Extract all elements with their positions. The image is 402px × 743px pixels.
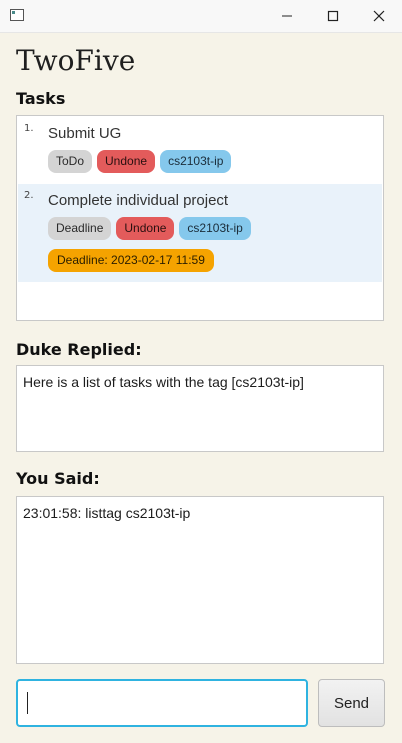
task-description: Complete individual project [48, 192, 229, 209]
task-index: 1. [24, 123, 34, 134]
command-input[interactable] [16, 679, 308, 727]
task-type-badge: ToDo [48, 150, 93, 173]
task-list-item[interactable]: 1. Submit UG ToDo Undone cs2103t-ip [18, 117, 382, 184]
task-status-badge: Undone [116, 217, 175, 240]
app-window-icon [10, 9, 24, 21]
minimize-icon [282, 15, 292, 17]
maximize-button[interactable] [310, 0, 356, 32]
app-title: TwoFive [16, 44, 136, 77]
window-titlebar [0, 0, 402, 33]
task-description: Submit UG [48, 125, 122, 142]
user-said-box: 23:01:58: listtag cs2103t-ip [16, 496, 384, 664]
duke-reply-text: Here is a list of tasks with the tag [cs… [23, 374, 304, 390]
duke-replied-heading: Duke Replied: [16, 340, 142, 359]
you-said-heading: You Said: [16, 469, 100, 488]
task-type-badge: Deadline [48, 217, 112, 240]
task-tags: Deadline Undone cs2103t-ip [48, 217, 251, 240]
task-index: 2. [24, 190, 34, 201]
task-deadline-badge: Deadline: 2023-02-17 11:59 [48, 249, 214, 272]
text-caret [27, 692, 28, 714]
task-deadline-row: Deadline: 2023-02-17 11:59 [48, 249, 214, 272]
user-said-text: 23:01:58: listtag cs2103t-ip [23, 505, 191, 521]
send-button[interactable]: Send [318, 679, 385, 727]
task-tags: ToDo Undone cs2103t-ip [48, 150, 232, 173]
close-icon [373, 10, 385, 22]
task-list[interactable]: 1. Submit UG ToDo Undone cs2103t-ip 2. C… [16, 115, 384, 321]
maximize-icon [327, 10, 339, 22]
minimize-button[interactable] [264, 0, 310, 32]
duke-reply-box: Here is a list of tasks with the tag [cs… [16, 365, 384, 452]
task-tag-badge: cs2103t-ip [160, 150, 232, 173]
close-button[interactable] [356, 0, 402, 32]
tasks-heading: Tasks [16, 89, 66, 108]
task-status-badge: Undone [97, 150, 156, 173]
task-list-item[interactable]: 2. Complete individual project Deadline … [18, 184, 382, 282]
task-tag-badge: cs2103t-ip [179, 217, 251, 240]
